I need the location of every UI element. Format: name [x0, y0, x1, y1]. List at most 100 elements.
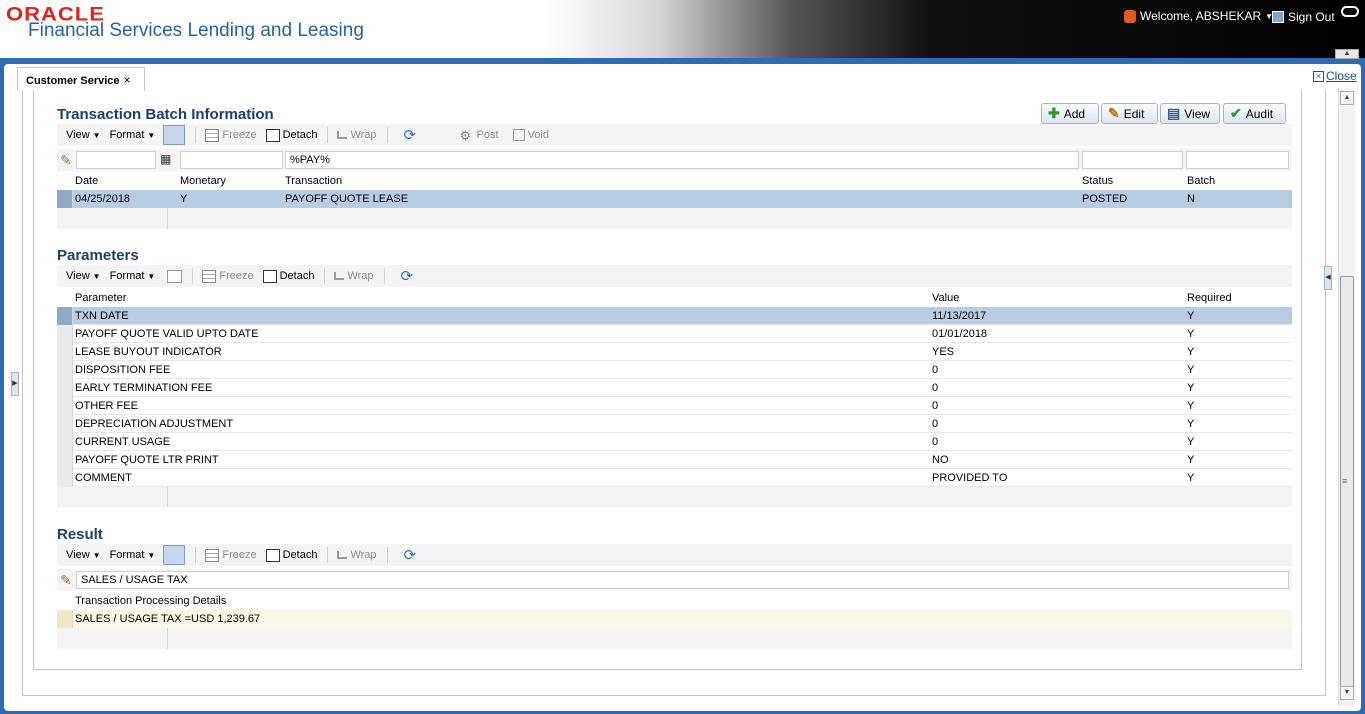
table-row[interactable]: COMMENT PROVIDED TO Y: [57, 469, 1292, 487]
toolbar-divider: [327, 547, 329, 563]
date-filter-input[interactable]: [76, 151, 156, 169]
view-menu-label: View: [66, 129, 90, 141]
table-row[interactable]: CURRENT USAGE 0 Y: [57, 433, 1292, 451]
status-filter-input[interactable]: [1082, 151, 1183, 169]
view-menu[interactable]: View ▼: [66, 549, 101, 561]
table-header: Transaction Processing Details: [57, 592, 1292, 610]
sign-out-link[interactable]: Sign Out: [1272, 10, 1335, 24]
table-row[interactable]: SALES / USAGE TAX =USD 1,239.67: [57, 610, 1292, 628]
cell-value: YES: [932, 346, 955, 358]
table-row[interactable]: DEPRECIATION ADJUSTMENT 0 Y: [57, 415, 1292, 433]
cell-parameter: TXN DATE: [75, 310, 129, 322]
table-row[interactable]: DISPOSITION FEE 0 Y: [57, 361, 1292, 379]
collapse-header-button[interactable]: ▲: [1335, 49, 1359, 59]
detach-label: Detach: [282, 549, 318, 561]
edit-button[interactable]: ✎ Edit: [1101, 103, 1158, 124]
column-header-status[interactable]: Status: [1078, 172, 1182, 190]
refresh-button[interactable]: ⟳: [403, 546, 420, 564]
detach-button[interactable]: Detach: [265, 128, 317, 142]
format-menu[interactable]: Format ▼: [110, 270, 156, 282]
expand-right-panel-icon[interactable]: ◀: [1324, 266, 1332, 290]
toolbar-divider: [195, 127, 197, 143]
refresh-button[interactable]: ⟳: [401, 269, 417, 284]
chevron-down-icon: ▼: [92, 130, 101, 140]
transaction-filter-input[interactable]: %PAY%: [285, 151, 1079, 169]
column-divider: [167, 208, 168, 229]
table-row[interactable]: OTHER FEE 0 Y: [57, 397, 1292, 415]
clear-filter-icon[interactable]: ✎: [60, 152, 72, 169]
section-title-result: Result: [57, 526, 103, 543]
column-header-processing-details[interactable]: Transaction Processing Details: [71, 592, 1271, 610]
freeze-button[interactable]: Freeze: [202, 269, 254, 283]
wrap-button[interactable]: Wrap: [334, 270, 374, 282]
view-button[interactable]: ▤ View: [1160, 103, 1220, 124]
wrap-icon: [334, 272, 345, 280]
table-row[interactable]: EARLY TERMINATION FEE 0 Y: [57, 379, 1292, 397]
refresh-button[interactable]: ⟳: [404, 128, 420, 143]
section-title-parameters: Parameters: [57, 247, 139, 264]
wrap-button[interactable]: Wrap: [337, 549, 377, 561]
audit-button[interactable]: ✔ Audit: [1223, 103, 1286, 124]
column-header-required[interactable]: Required: [1183, 289, 1287, 307]
table-header: Parameter Value Required: [57, 289, 1292, 307]
calendar-icon[interactable]: ▦: [160, 152, 171, 166]
close-link[interactable]: × Close: [1313, 69, 1357, 83]
column-header-value[interactable]: Value: [928, 289, 1182, 307]
freeze-button[interactable]: Freeze: [205, 128, 257, 142]
table-row[interactable]: PAYOFF QUOTE LTR PRINT NO Y: [57, 451, 1292, 469]
vertical-scrollbar[interactable]: ▲ ≡ ▼: [1338, 88, 1355, 706]
tab-customer-service[interactable]: Customer Service ×: [17, 67, 145, 91]
cell-value: 0: [932, 436, 939, 448]
add-button[interactable]: ✚ Add: [1041, 103, 1099, 124]
refresh-icon: ⟳: [403, 546, 417, 564]
table-row[interactable]: PAYOFF QUOTE VALID UPTO DATE 01/01/2018 Y: [57, 325, 1292, 343]
table-row[interactable]: TXN DATE 11/13/2017 Y: [57, 307, 1292, 325]
cell-required: Y: [1187, 400, 1195, 412]
result-filter-input[interactable]: SALES / USAGE TAX: [76, 571, 1289, 589]
scroll-down-icon[interactable]: ▼: [1340, 686, 1354, 700]
freeze-label: Freeze: [222, 129, 257, 141]
clear-filter-icon[interactable]: ✎: [60, 572, 72, 589]
view-menu[interactable]: View ▼: [66, 270, 101, 282]
chevron-down-icon: ▼: [147, 130, 156, 140]
freeze-label: Freeze: [219, 270, 254, 282]
view-menu[interactable]: View ▼: [66, 129, 101, 141]
cell-date: 04/25/2018: [75, 193, 131, 205]
batch-filter-input[interactable]: [1186, 151, 1289, 169]
format-menu[interactable]: Format ▼: [110, 129, 156, 141]
query-by-example-button[interactable]: [167, 269, 183, 283]
user-menu[interactable]: Welcome, ABSHEKAR ▼: [1124, 9, 1273, 23]
table-row[interactable]: LEASE BUYOUT INDICATOR YES Y: [57, 343, 1292, 361]
result-toolbar: View ▼ Format ▼ Freeze Detach Wrap ⟳: [57, 544, 1292, 566]
cell-required: Y: [1187, 436, 1195, 448]
cell-parameter: DEPRECIATION ADJUSTMENT: [75, 418, 234, 430]
monetary-filter-input[interactable]: [180, 151, 283, 169]
column-header-transaction[interactable]: Transaction: [281, 172, 1078, 190]
table-row[interactable]: 04/25/2018 Y PAYOFF QUOTE LEASE POSTED N: [57, 190, 1292, 208]
query-by-example-button[interactable]: [163, 125, 186, 145]
detach-button[interactable]: Detach: [262, 269, 314, 283]
close-tab-icon[interactable]: ×: [124, 73, 131, 87]
freeze-button[interactable]: Freeze: [205, 548, 257, 562]
user-icon: [1124, 9, 1136, 23]
detach-icon: [262, 269, 277, 283]
column-header-monetary[interactable]: Monetary: [176, 172, 280, 190]
wrap-icon: [337, 551, 348, 559]
cell-value: NO: [932, 454, 949, 466]
void-button[interactable]: Void: [512, 129, 549, 141]
post-button[interactable]: ⚙ Post: [460, 129, 499, 142]
column-header-batch[interactable]: Batch: [1183, 172, 1287, 190]
cell-required: Y: [1187, 382, 1195, 394]
column-header-parameter[interactable]: Parameter: [71, 289, 931, 307]
chevron-down-icon: ▼: [147, 550, 156, 560]
expand-left-panel-icon[interactable]: ▶: [11, 372, 19, 396]
wrap-button[interactable]: Wrap: [337, 129, 377, 141]
help-icon[interactable]: [1341, 6, 1359, 17]
table-header: Date Monetary Transaction Status Batch: [57, 172, 1292, 190]
column-header-date[interactable]: Date: [71, 172, 175, 190]
detach-button[interactable]: Detach: [265, 548, 318, 562]
cell-required: Y: [1187, 328, 1195, 340]
query-by-example-button[interactable]: [163, 545, 186, 565]
format-menu[interactable]: Format ▼: [110, 549, 156, 561]
scroll-up-icon[interactable]: ▲: [1340, 91, 1354, 105]
